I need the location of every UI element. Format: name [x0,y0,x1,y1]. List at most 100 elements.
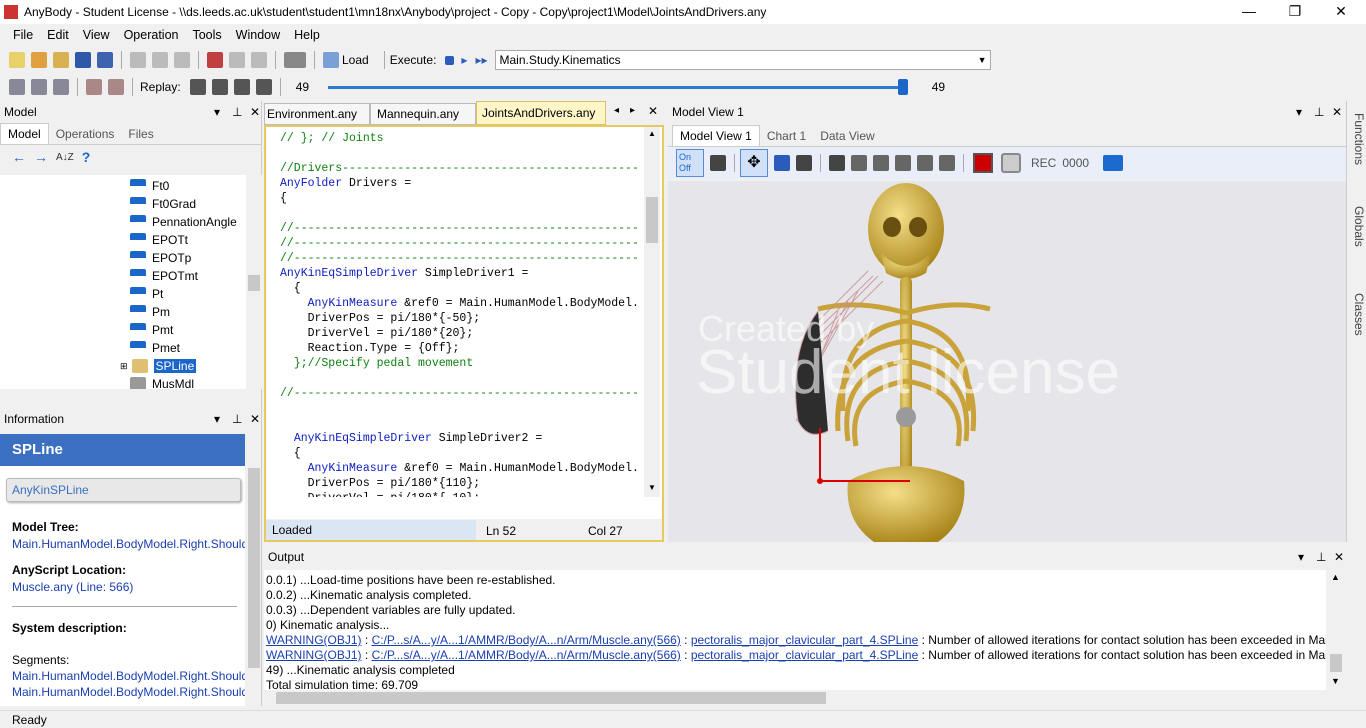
tree-item[interactable]: EPOTt [130,231,188,249]
tab-jointsanddrivers[interactable]: JointsAndDrivers.any [476,101,606,125]
replay-slider-thumb[interactable] [897,79,908,95]
scroll-down-icon[interactable]: ▼ [1331,676,1340,686]
replay-forward-icon[interactable] [233,79,250,95]
study-select[interactable]: Main.Study.Kinematics ▼ [495,50,992,70]
close-window-button[interactable]: ✕ [1318,0,1364,24]
stop-icon[interactable] [445,55,455,65]
tree-scrollbar-thumb[interactable] [248,275,260,291]
file-link[interactable]: C:/P...s/A...y/A...1/AMMR/Body/A...n/Arm… [372,648,681,662]
outdent-icon[interactable] [31,79,47,95]
model-tree-link[interactable]: Main.HumanModel.BodyModel.Right.Shoulder… [12,537,245,551]
view-zx-icon[interactable] [873,155,889,171]
run-icon[interactable]: ▸▸ [475,53,487,67]
copy-icon[interactable] [152,52,168,68]
menu-help[interactable]: Help [287,28,327,42]
indent-icon[interactable] [9,79,25,95]
table-icon[interactable] [710,155,726,171]
onoff-toggle[interactable]: On Off [676,149,704,177]
menu-view[interactable]: View [76,28,117,42]
new-file-icon[interactable] [9,52,25,68]
new-main-icon[interactable] [31,52,47,68]
tree-item[interactable]: Pm [130,303,170,321]
stop-record-icon[interactable] [1001,153,1021,173]
tab-mannequin[interactable]: Mannequin.any [370,103,476,125]
panel-menu-icon[interactable]: ▾ [214,105,220,119]
rotate-3d-icon[interactable] [796,155,812,171]
maximize-button[interactable]: ❐ [1272,0,1318,24]
scroll-down-icon[interactable]: ▼ [648,483,656,492]
replay-back-icon[interactable] [211,79,228,95]
redo-icon[interactable] [251,52,267,68]
output-scrollbar-thumb[interactable] [1330,654,1342,672]
segment-link[interactable]: Main.HumanModel.BodyModel.Right.Shoulder… [12,685,245,699]
undo-icon[interactable] [229,52,245,68]
save-icon[interactable] [75,52,91,68]
tree-scrollbar[interactable] [246,175,262,389]
tab-files[interactable]: Files [121,124,160,144]
tree-item[interactable]: Ft0 [130,177,169,195]
panel-menu-icon[interactable]: ▾ [1298,550,1304,564]
replay-first-icon[interactable] [189,79,206,95]
panel-menu-icon[interactable]: ▾ [1296,105,1302,119]
output-scrollbar[interactable]: ▲ ▼ [1328,570,1344,690]
menu-tools[interactable]: Tools [185,28,228,42]
camera-icon[interactable] [1103,155,1124,171]
function-icon[interactable] [86,79,102,95]
tab-data-view[interactable]: Data View [813,126,881,146]
close-panel-icon[interactable]: ✕ [1332,105,1342,119]
warning-link[interactable]: WARNING(OBJ1) [266,648,362,662]
rotate-90-icon[interactable] [917,155,933,171]
menu-file[interactable]: File [6,28,40,42]
tree-item[interactable]: Pmet [130,339,180,357]
tree-item[interactable]: EPOTp [130,249,191,267]
zoom-icon[interactable] [774,155,790,171]
tab-left-icon[interactable]: ◂ [614,105,619,116]
tree-item-selected[interactable]: ⊞ SPLine [120,357,197,375]
tree-item[interactable]: Pt [130,285,163,303]
find-icon[interactable] [207,52,223,68]
macro-icon[interactable] [108,79,124,95]
output-hscrollbar[interactable] [264,690,1326,706]
tree-hscrollbar[interactable] [0,389,246,407]
record-icon[interactable] [973,153,993,173]
scroll-up-icon[interactable]: ▲ [1331,572,1340,582]
info-scrollbar[interactable] [246,434,261,706]
tree-item[interactable]: MusMdl [130,375,194,389]
type-button[interactable]: AnyKinSPLine [6,478,241,502]
editor-scrollbar[interactable]: ▲ ▼ [644,127,660,497]
side-tab-functions[interactable]: Functions [1347,104,1366,174]
object-link[interactable]: pectoralis_major_clavicular_part_4.SPLin… [691,648,918,662]
close-tab-icon[interactable]: ✕ [648,104,658,118]
help-icon[interactable]: ? [82,149,91,165]
side-tab-classes[interactable]: Classes [1347,284,1366,344]
tree-item[interactable]: PennationAngle [130,213,237,231]
menu-window[interactable]: Window [229,28,287,42]
tree-item[interactable]: Ft0Grad [130,195,196,213]
model-viewport[interactable]: Created by Student license [668,181,1346,542]
pin-icon[interactable]: ⊥ [232,105,242,119]
menu-operation[interactable]: Operation [117,28,186,42]
tab-right-icon[interactable]: ▸ [630,105,635,116]
pin-icon[interactable]: ⊥ [1314,105,1324,119]
tab-operations[interactable]: Operations [49,124,122,144]
load-button[interactable]: Load [342,53,369,67]
step-icon[interactable]: ▸ [461,53,467,67]
object-link[interactable]: pectoralis_major_clavicular_part_4.SPLin… [691,633,918,647]
rotate-180-icon[interactable] [939,155,955,171]
editor-scrollbar-thumb[interactable] [646,197,658,243]
close-panel-icon[interactable]: ✕ [250,412,260,426]
cut-icon[interactable] [130,52,146,68]
forward-arrow-icon[interactable]: → [34,149,48,165]
warning-link[interactable]: WARNING(OBJ1) [266,633,362,647]
output-hscrollbar-thumb[interactable] [276,692,826,704]
menu-edit[interactable]: Edit [40,28,76,42]
window-layout-icon[interactable] [284,52,306,68]
expand-icon[interactable]: ⊞ [120,361,128,372]
save-all-icon[interactable] [97,52,113,68]
tab-model-view-1[interactable]: Model View 1 [672,125,760,146]
close-panel-icon[interactable]: ✕ [250,105,260,119]
replay-slider[interactable] [327,78,908,96]
scroll-up-icon[interactable]: ▲ [648,129,656,138]
panel-menu-icon[interactable]: ▾ [214,412,220,426]
back-arrow-icon[interactable]: ← [12,149,26,165]
